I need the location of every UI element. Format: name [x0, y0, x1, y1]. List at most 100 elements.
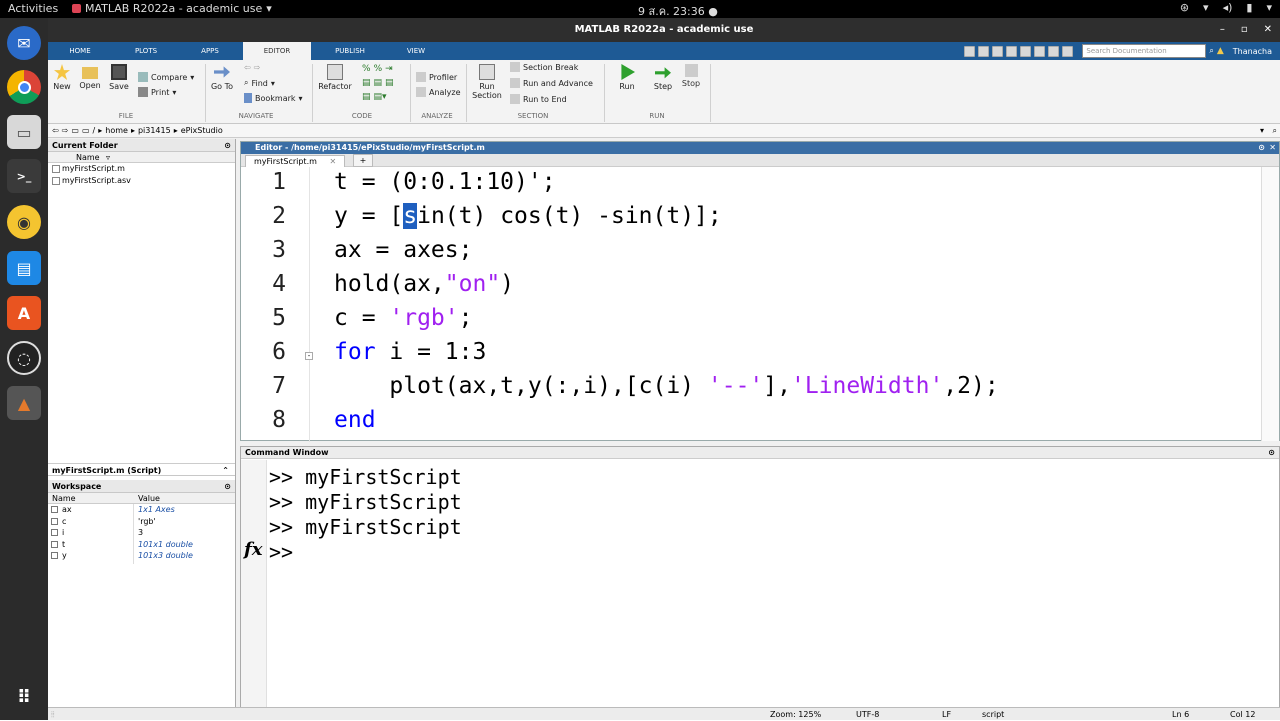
compare-button[interactable]: Compare ▾	[138, 72, 194, 82]
new-button[interactable]: New	[51, 64, 73, 91]
editor-scrollbar[interactable]	[1261, 167, 1279, 441]
chevron-up-icon[interactable]: ⌃	[222, 464, 229, 477]
undo-icon[interactable]	[1020, 45, 1032, 57]
search-documentation-input[interactable]: Search Documentation	[1082, 44, 1207, 58]
code-buttons[interactable]: ▤ ▤▾	[362, 92, 387, 102]
close-tab-icon[interactable]: ✕	[329, 157, 336, 166]
activities-button[interactable]: Activities	[8, 2, 58, 15]
back-forward[interactable]: ⇦ ⇨	[244, 63, 260, 72]
workspace-row[interactable]: ax 1x1 Axes	[48, 504, 235, 516]
path-home[interactable]: home	[105, 124, 128, 138]
tab-editor[interactable]: EDITOR	[243, 42, 311, 60]
file-item[interactable]: myFirstScript.m	[48, 163, 235, 175]
file-item[interactable]: myFirstScript.asv	[48, 175, 235, 187]
app-menu[interactable]: MATLAB R2022a - academic use ▾	[72, 2, 272, 15]
profiler-button[interactable]: Profiler	[416, 72, 457, 82]
close-icon[interactable]: ✕	[1269, 142, 1276, 154]
name-column-header[interactable]: Name	[52, 493, 76, 504]
workspace-header: Workspace ⊙	[48, 480, 235, 493]
new-tab-button[interactable]: +	[353, 154, 373, 167]
goto-button[interactable]: Go To	[208, 64, 236, 91]
save-icon[interactable]	[964, 45, 976, 57]
redo-icon[interactable]	[1034, 45, 1046, 57]
user-account[interactable]: Thanacha	[1233, 47, 1272, 56]
path-folder[interactable]: ePixStudio	[181, 124, 223, 138]
format-buttons[interactable]: ▤ ▤ ▤	[362, 78, 394, 88]
compare-label: Compare	[151, 72, 188, 82]
up-folder-icon[interactable]: ▭	[71, 124, 79, 138]
terminal-icon[interactable]: >_	[7, 159, 41, 193]
path-root[interactable]: /	[93, 124, 96, 138]
open-label: Open	[79, 81, 101, 90]
browse-folder-icon[interactable]: ▭	[82, 124, 90, 138]
chrome-icon[interactable]	[7, 70, 41, 104]
save-button[interactable]: Save	[108, 64, 130, 91]
find-button[interactable]: ⌕ Find ▾	[244, 78, 275, 88]
editor-tab-myfirstscript[interactable]: myFirstScript.m ✕	[245, 155, 346, 167]
system-tray[interactable]: ⊛ ▾ ◂) ▮ ▾	[1180, 1, 1272, 14]
code-area[interactable]: - 1 2 3 4 5 6 7 8 t = (0:0.1:10)'; y = […	[241, 167, 1261, 442]
back-icon[interactable]: ⇦	[52, 124, 59, 138]
value-column-header[interactable]: Value	[138, 493, 160, 504]
writer-icon[interactable]: ▤	[7, 251, 41, 285]
maximize-icon[interactable]: ▫	[1241, 18, 1248, 42]
close-icon[interactable]: ✕	[1264, 18, 1272, 42]
variable-name: y	[62, 551, 67, 560]
copy-icon[interactable]	[992, 45, 1004, 57]
cut-icon[interactable]	[978, 45, 990, 57]
forward-icon[interactable]: ⇨	[62, 124, 69, 138]
tab-home[interactable]: HOME	[56, 42, 104, 60]
variable-value: 101x3 double	[138, 551, 193, 560]
details-header[interactable]: myFirstScript.m (Script) ⌃	[48, 463, 235, 476]
run-button[interactable]: Run	[614, 64, 640, 91]
tab-plots[interactable]: PLOTS	[120, 42, 172, 60]
print-button[interactable]: Print ▾	[138, 87, 176, 97]
tab-view[interactable]: VIEW	[390, 42, 442, 60]
fold-marker-icon[interactable]: -	[305, 352, 313, 360]
workspace-row[interactable]: y 101x3 double	[48, 550, 235, 562]
open-button[interactable]: Open	[78, 64, 102, 90]
workspace-row[interactable]: c 'rgb'	[48, 516, 235, 528]
files-icon[interactable]: ▭	[7, 115, 41, 149]
obs-icon[interactable]: ◌	[7, 341, 41, 375]
matlab-icon[interactable]: ▲	[7, 386, 41, 420]
path-user[interactable]: pi31415	[138, 124, 171, 138]
step-button[interactable]: Step	[650, 64, 676, 91]
section-break-button[interactable]: Section Break	[510, 62, 578, 72]
code-line: c = 'rgb';	[334, 305, 473, 331]
address-bar[interactable]: ⇦ ⇨ ▭ ▭ / ▸ home ▸ pi31415 ▸ ePixStudio ▾ ⌕	[48, 124, 1280, 138]
divider	[710, 64, 711, 122]
command-window[interactable]: Command Window ⊙ >> myFirstScript >> myFi…	[240, 446, 1280, 708]
tab-publish[interactable]: PUBLISH	[320, 42, 380, 60]
run-section-button[interactable]: Run Section	[470, 64, 504, 100]
refactor-button[interactable]: Refactor	[316, 64, 354, 91]
analyze-button[interactable]: Analyze	[416, 87, 461, 97]
bell-icon[interactable]: ▲	[1217, 46, 1224, 56]
panel-menu-icon[interactable]: ⊙	[1258, 142, 1265, 154]
run-advance-button[interactable]: Run and Advance	[510, 78, 593, 88]
switch-windows-icon[interactable]	[1048, 45, 1060, 57]
thunderbird-icon[interactable]: ✉	[7, 26, 41, 60]
software-center-icon[interactable]: A	[7, 296, 41, 330]
ribbon-tabstrip: HOME PLOTS APPS EDITOR PUBLISH VIEW Sear…	[48, 42, 1280, 60]
address-dropdown-icon[interactable]: ▾	[1260, 124, 1264, 138]
comment-buttons[interactable]: %% ⇥	[362, 64, 393, 74]
help-icon[interactable]	[1062, 45, 1074, 57]
search-icon[interactable]: ⌕	[1273, 124, 1277, 138]
command-prompt[interactable]: >>	[269, 540, 293, 564]
paste-icon[interactable]	[1006, 45, 1018, 57]
panel-menu-icon[interactable]: ⊙	[224, 139, 231, 152]
name-column-header[interactable]: Name	[76, 152, 100, 163]
workspace-row[interactable]: i3	[48, 527, 235, 539]
rhythmbox-icon[interactable]: ◉	[7, 205, 41, 239]
panel-menu-icon[interactable]: ⊙	[1268, 447, 1275, 459]
stop-button[interactable]: Stop	[678, 64, 704, 88]
minimize-icon[interactable]: –	[1220, 18, 1225, 42]
run-to-end-button[interactable]: Run to End	[510, 94, 567, 104]
panel-menu-icon[interactable]: ⊙	[224, 480, 231, 493]
tab-apps[interactable]: APPS	[186, 42, 234, 60]
workspace-row[interactable]: t 101x1 double	[48, 539, 235, 551]
show-apps-icon[interactable]: ⠿	[7, 680, 41, 714]
bookmark-button[interactable]: Bookmark ▾	[244, 93, 303, 103]
function-browser-icon[interactable]: fx	[244, 539, 262, 560]
